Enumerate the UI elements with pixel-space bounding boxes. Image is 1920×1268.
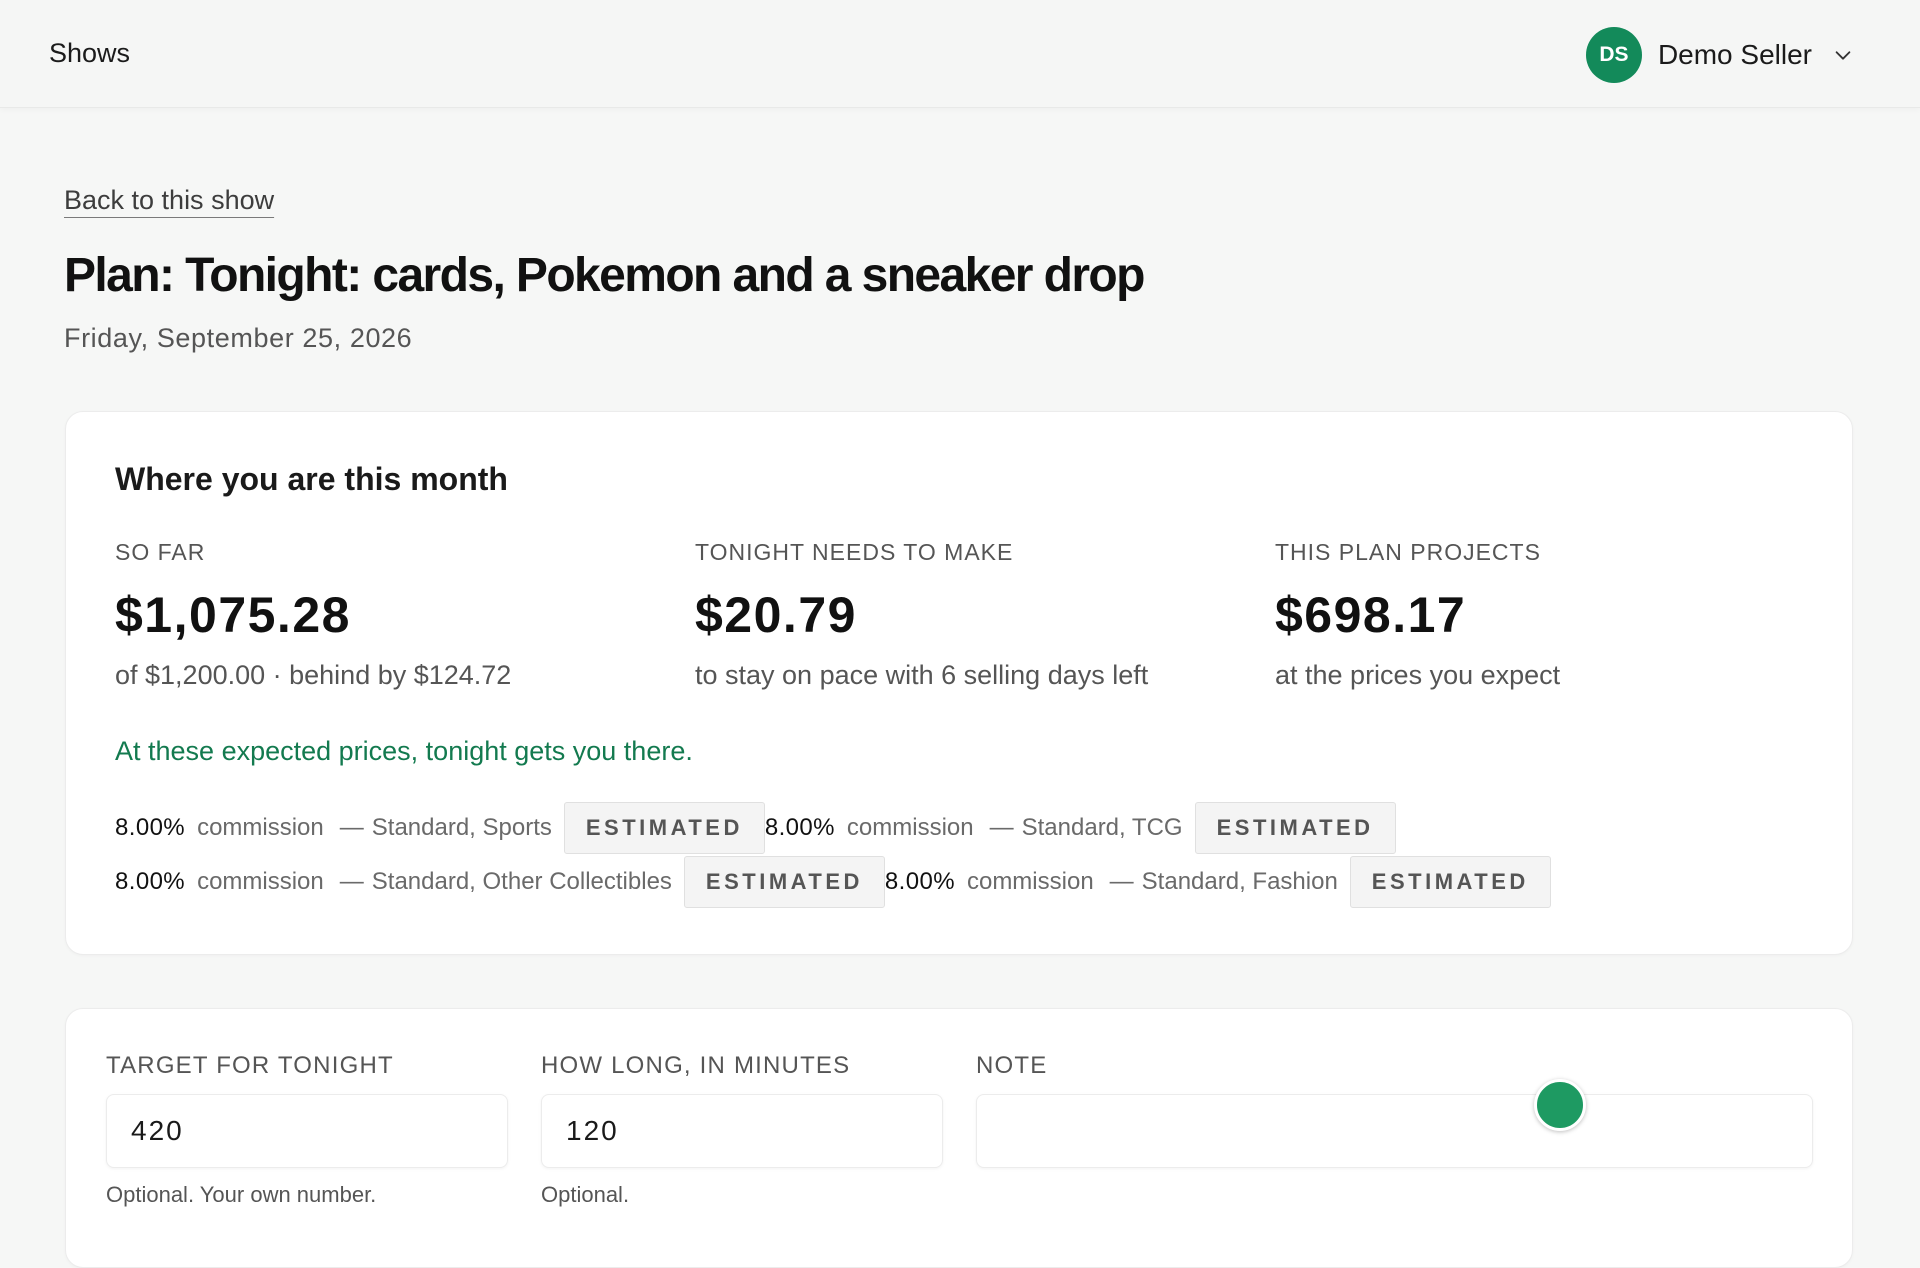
estimated-badge: ESTIMATED [563,802,765,854]
estimated-badge: ESTIMATED [1349,856,1551,908]
commission-percent: 8.00% [884,868,955,895]
field-help: Optional. [541,1182,630,1207]
field-label: HOW LONG, IN MINUTES [541,1052,851,1079]
stat-subtext: at the prices you expect [1275,660,1561,690]
duration-field: HOW LONG, IN MINUTES Optional. [541,1052,943,1208]
back-to-show-link[interactable]: Back to this show [64,185,274,216]
nav-shows-link[interactable]: Shows [49,38,130,69]
commission-separator: — [339,814,364,841]
top-bar: Shows DS Demo Seller [0,0,1920,108]
card-heading: Where you are this month [115,461,508,497]
user-menu[interactable]: DS Demo Seller [1585,27,1854,83]
target-field: TARGET FOR TONIGHT Optional. Your own nu… [106,1052,508,1208]
commission-row: 8.00% commission — Standard, Sports ESTI… [115,801,1551,855]
stat-label: THIS PLAN PROJECTS [1275,539,1541,565]
stat-so-far: SO FAR $1,075.28 of $1,200.00 · behind b… [115,539,511,691]
commission-list: 8.00% commission — Standard, Sports ESTI… [115,801,1551,909]
drag-handle[interactable] [1534,1079,1586,1131]
commission-word: commission [846,814,974,841]
commission-word: commission [197,868,324,895]
stat-label: TONIGHT NEEDS TO MAKE [695,539,1014,565]
show-date: Friday, September 25, 2026 [64,323,413,353]
commission-item: 8.00% commission — Standard, Fashion EST… [885,856,1551,908]
estimated-badge: ESTIMATED [683,856,885,908]
target-input[interactable] [106,1094,508,1168]
estimated-badge: ESTIMATED [1194,802,1396,854]
stat-value: $698.17 [1275,587,1467,643]
note-input[interactable] [976,1094,1813,1168]
commission-item: 8.00% commission — Standard, TCG ESTIMAT… [765,802,1396,854]
commission-percent: 8.00% [115,868,186,895]
commission-separator: — [989,814,1014,841]
commission-word: commission [197,814,324,841]
stat-label: SO FAR [115,539,206,565]
field-help: Optional. Your own number. [106,1182,377,1207]
commission-item: 8.00% commission — Standard, Other Colle… [115,856,885,908]
chevron-down-icon [1835,51,1851,60]
stat-subtext: to stay on pace with 6 selling days left [695,660,1149,690]
commission-category: Standard, Other Collectibles [371,868,672,895]
note-field: NOTE [976,1052,1813,1168]
duration-input[interactable] [541,1094,943,1168]
user-name: Demo Seller [1657,39,1812,70]
stat-tonight-needs: TONIGHT NEEDS TO MAKE $20.79 to stay on … [695,539,1148,691]
commission-category: Standard, Sports [371,814,552,841]
plan-settings-card: TARGET FOR TONIGHT Optional. Your own nu… [65,1008,1853,1268]
stat-plan-projects: THIS PLAN PROJECTS $698.17 at the prices… [1275,539,1560,691]
stat-subtext: of $1,200.00 · behind by $124.72 [115,660,512,690]
commission-category: Standard, TCG [1021,814,1183,841]
stat-value: $1,075.28 [115,587,351,643]
commission-separator: — [339,868,364,895]
commission-percent: 8.00% [115,814,186,841]
field-label: TARGET FOR TONIGHT [106,1052,394,1079]
pace-status-message: At these expected prices, tonight gets y… [115,736,693,766]
page-title: Plan: Tonight: cards, Pokemon and a snea… [64,249,1145,302]
field-label: NOTE [976,1052,1048,1079]
commission-word: commission [966,868,1094,895]
stat-value: $20.79 [695,587,857,643]
month-progress-card: Where you are this month SO FAR $1,075.2… [65,411,1853,955]
commission-separator: — [1109,868,1134,895]
avatar: DS [1585,27,1642,83]
commission-item: 8.00% commission — Standard, Sports ESTI… [115,802,765,854]
commission-row: 8.00% commission — Standard, Other Colle… [115,855,1551,909]
commission-category: Standard, Fashion [1141,868,1338,895]
commission-percent: 8.00% [764,814,835,841]
